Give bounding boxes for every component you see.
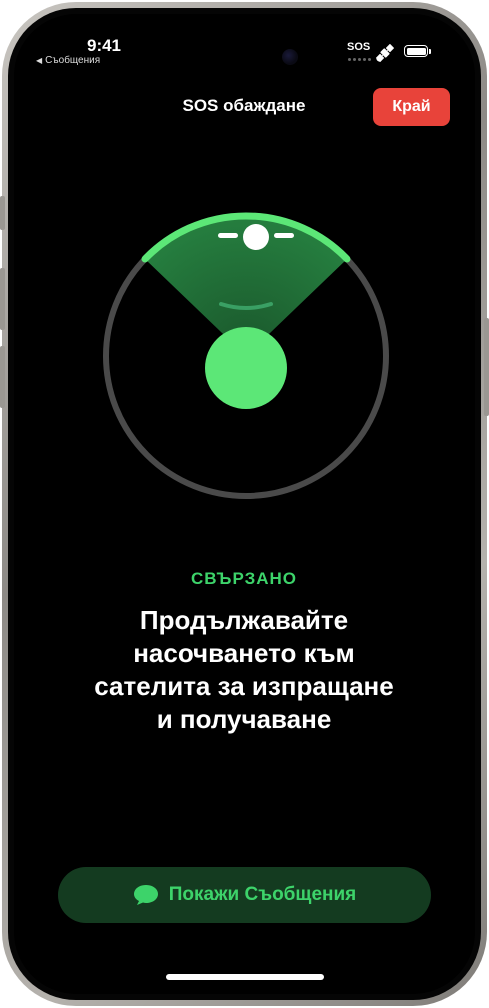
connection-status: СВЪРЗАНО — [190, 569, 298, 588]
back-arrow-icon: ◀ — [36, 56, 43, 65]
back-to-messages-link[interactable]: ◀ Съобщения — [36, 55, 100, 66]
action-button — [0, 196, 5, 230]
sos-status-indicator: SOS — [347, 41, 371, 53]
signal-dots — [348, 58, 371, 61]
volume-up-button — [0, 268, 5, 330]
power-button — [484, 318, 489, 416]
back-link-label: Съобщения — [45, 55, 101, 66]
status-time: 9:41 — [86, 36, 122, 55]
battery-icon — [404, 45, 428, 57]
show-messages-label: Покажи Съобщения — [168, 884, 357, 905]
user-position-dot — [205, 327, 287, 409]
volume-down-button — [0, 346, 5, 408]
satellite-marker-left — [218, 233, 238, 238]
instruction-text: Продължавайте насочването към сателита з… — [94, 605, 394, 734]
satellite-marker-right — [274, 233, 294, 238]
satellite-position-dot — [243, 224, 269, 250]
home-indicator[interactable] — [166, 974, 324, 980]
satellite-radar — [103, 212, 389, 499]
front-camera — [282, 49, 298, 65]
screen: 9:41 ◀ Съобщения SOS SOS обаждане Край С… — [14, 14, 475, 994]
battery-tip — [429, 49, 431, 54]
satellite-icon — [376, 44, 394, 62]
page-title: SOS обаждане — [182, 96, 306, 115]
dynamic-island — [184, 38, 310, 76]
show-messages-button[interactable]: Покажи Съобщения — [58, 867, 431, 923]
end-call-button[interactable]: Край — [373, 88, 450, 126]
message-bubble-icon — [133, 885, 158, 905]
